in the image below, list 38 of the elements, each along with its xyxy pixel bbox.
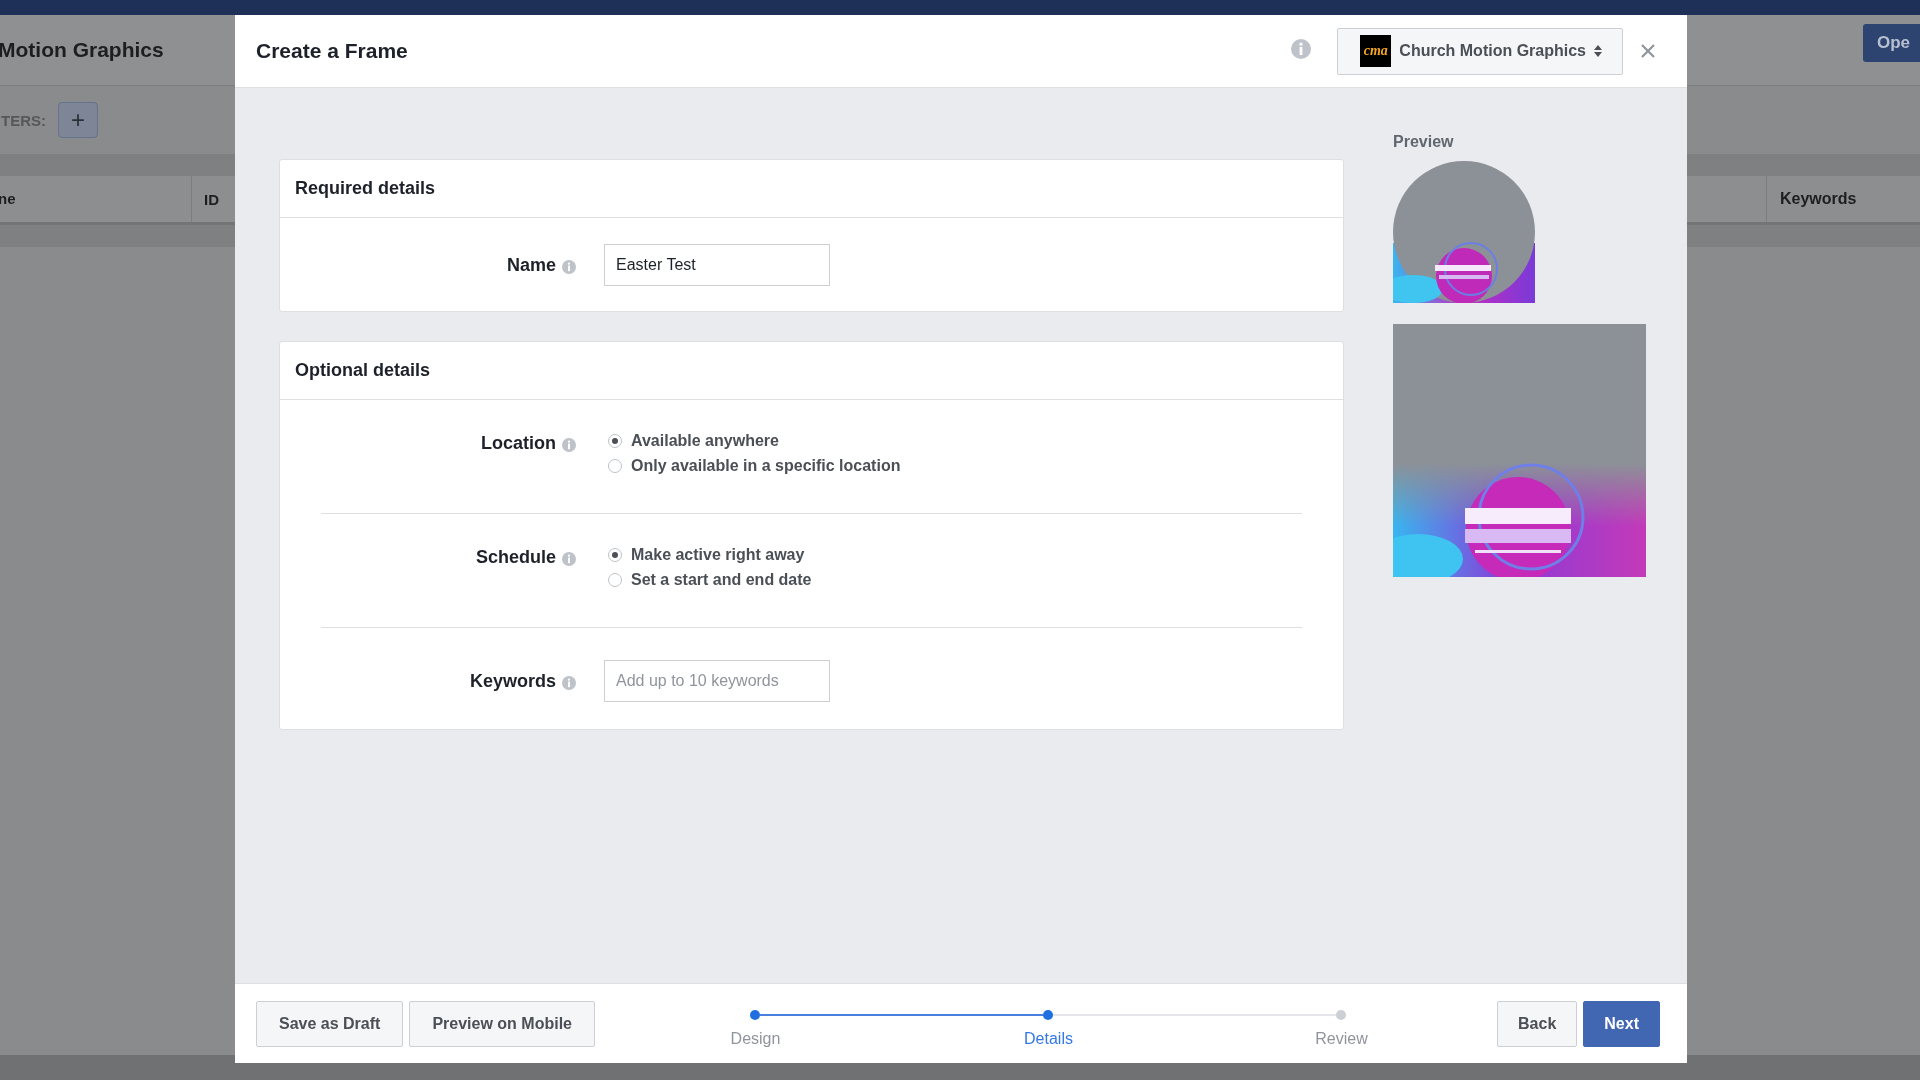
- column-header: Keywords: [1766, 176, 1920, 222]
- card-title: Optional details: [295, 360, 431, 381]
- field-label: Schedule: [475, 546, 556, 568]
- footer-button[interactable]: Save as Draft: [256, 1000, 404, 1047]
- sort-icon: [1594, 45, 1602, 57]
- radio-button[interactable]: [608, 573, 622, 587]
- column-header: ID: [203, 190, 219, 208]
- info-icon[interactable]: [562, 437, 576, 452]
- info-icon[interactable]: [562, 259, 576, 274]
- page-title: Motion Graphics: [0, 38, 164, 62]
- page-selector[interactable]: cma Church Motion Graphics: [1337, 27, 1623, 75]
- field-label: Name: [506, 254, 556, 276]
- radio-label: Only available in a specific location: [631, 457, 901, 475]
- close-icon[interactable]: [1641, 44, 1655, 58]
- name-field[interactable]: Easter Test: [604, 244, 830, 286]
- add-filter-button[interactable]: +: [58, 102, 98, 138]
- step-label[interactable]: Review: [1315, 1029, 1368, 1048]
- footer-button[interactable]: Preview on Mobile: [409, 1000, 595, 1047]
- back-button[interactable]: Back: [1497, 1000, 1578, 1047]
- radio-label: Available anywhere: [631, 432, 779, 450]
- dialog-title: Create a Frame: [256, 39, 408, 63]
- field-label: Keywords: [469, 670, 556, 692]
- keywords-field[interactable]: Add up to 10 keywords: [604, 660, 830, 702]
- next-button[interactable]: Next: [1583, 1000, 1660, 1047]
- info-icon[interactable]: [562, 551, 576, 566]
- info-icon[interactable]: [1291, 39, 1312, 59]
- radio-button[interactable]: [608, 459, 622, 473]
- step-label[interactable]: Details: [1024, 1029, 1073, 1048]
- radio-button[interactable]: [608, 434, 622, 448]
- info-icon[interactable]: [562, 675, 576, 690]
- field-label: Location: [481, 432, 556, 454]
- preview-title: Preview: [1393, 133, 1454, 151]
- card-title: Required details: [295, 178, 436, 199]
- radio-label: Make active right away: [631, 546, 805, 564]
- open-button[interactable]: Ope: [1862, 24, 1920, 62]
- radio-button[interactable]: [608, 548, 622, 562]
- step-label[interactable]: Design: [730, 1029, 781, 1048]
- radio-label: Set a start and end date: [631, 571, 812, 589]
